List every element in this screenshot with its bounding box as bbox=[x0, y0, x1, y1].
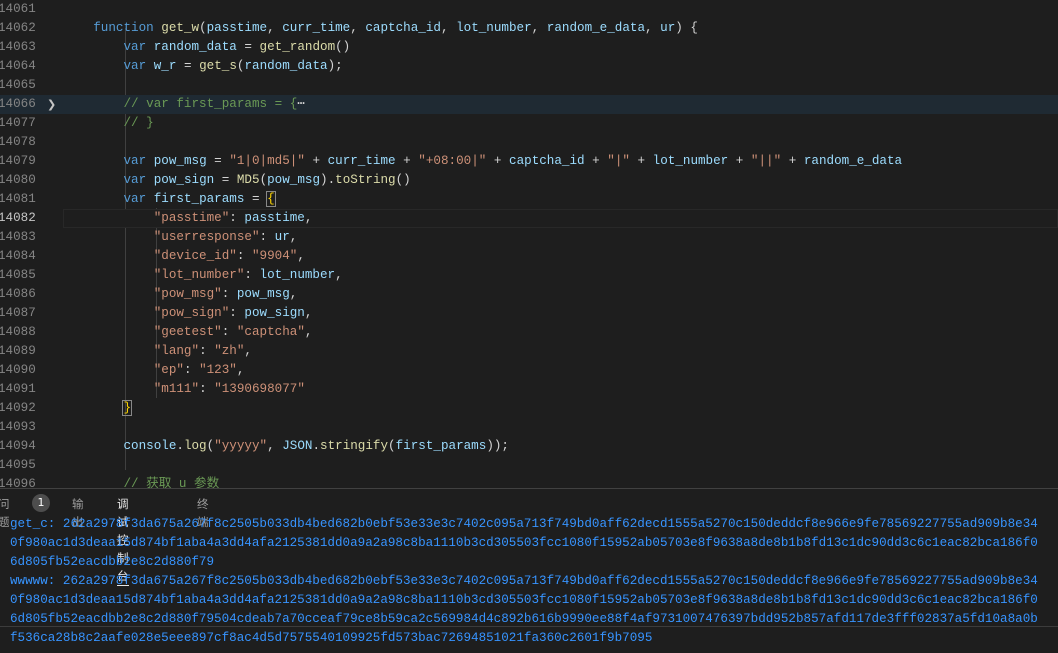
problems-count-badge: 1 bbox=[32, 494, 50, 512]
code-text: "pow_msg": pow_msg, bbox=[153, 287, 298, 301]
line-number: 14085 bbox=[0, 268, 36, 282]
code-text: "geetest": "captcha", bbox=[153, 325, 313, 339]
code-text: var random_data = get_random() bbox=[123, 40, 351, 54]
fold-chevron-icon[interactable]: ❯ bbox=[47, 95, 56, 114]
code-line: 14091 "m111": "1390698077" bbox=[0, 380, 1058, 399]
code-text: // var first_params = {⋯ bbox=[123, 97, 305, 111]
code-text: "lang": "zh", bbox=[153, 344, 252, 358]
code-line: 14084 "device_id": "9904", bbox=[0, 247, 1058, 266]
code-line: 14080 var pow_sign = MD5(pow_msg).toStri… bbox=[0, 171, 1058, 190]
code-line: 14082 "passtime": passtime, bbox=[0, 209, 1058, 228]
code-line: 14088 "geetest": "captcha", bbox=[0, 323, 1058, 342]
line-number: 14062 bbox=[0, 21, 36, 35]
code-line: 14089 "lang": "zh", bbox=[0, 342, 1058, 361]
line-number: 14064 bbox=[0, 59, 36, 73]
line-number: 14096 bbox=[0, 477, 36, 488]
code-line: 14064 var w_r = get_s(random_data); bbox=[0, 57, 1058, 76]
line-number: 14077 bbox=[0, 116, 36, 130]
line-number: 14088 bbox=[0, 325, 36, 339]
tab-problems[interactable]: 问题 bbox=[0, 495, 10, 531]
code-line: 14095 bbox=[0, 456, 1058, 475]
code-line: 14094 console.log("yyyyy", JSON.stringif… bbox=[0, 437, 1058, 456]
debug-console-output[interactable]: get_c: 262a2978f3da675a267f8c2505b033db4… bbox=[10, 515, 1058, 648]
line-number: 14061 bbox=[0, 2, 36, 16]
code-line: 14061 bbox=[0, 0, 1058, 19]
console-line: 0f980ac1d3deaa15d874bf1aba4a3dd4afa21253… bbox=[10, 536, 1038, 550]
code-line: 14090 "ep": "123", bbox=[0, 361, 1058, 380]
line-number: 14094 bbox=[0, 439, 36, 453]
line-number: 14082 bbox=[0, 211, 36, 225]
console-line: wwwww: 262a2978f3da675a267f8c2505b033db4… bbox=[10, 574, 1038, 588]
code-text: function get_w(passtime, curr_time, capt… bbox=[93, 21, 698, 35]
code-line: 14078 bbox=[0, 133, 1058, 152]
code-text: console.log("yyyyy", JSON.stringify(firs… bbox=[123, 439, 509, 453]
code-text: "userresponse": ur, bbox=[153, 230, 298, 244]
code-line: 14062 function get_w(passtime, curr_time… bbox=[0, 19, 1058, 38]
line-number: 14095 bbox=[0, 458, 36, 472]
code-text: "passtime": passtime, bbox=[153, 211, 313, 225]
line-number: 14078 bbox=[0, 135, 36, 149]
code-text: } bbox=[122, 400, 132, 416]
code-line: 14086 "pow_msg": pow_msg, bbox=[0, 285, 1058, 304]
bottom-panel: 问题 1 输出 调试控制台 终端 get_c: 262a2978f3da675a… bbox=[0, 488, 1058, 653]
line-number: 14090 bbox=[0, 363, 36, 377]
code-text: "lot_number": lot_number, bbox=[153, 268, 343, 282]
code-text: // 获取 u 参数 bbox=[123, 477, 220, 488]
code-text: var w_r = get_s(random_data); bbox=[123, 59, 343, 73]
line-number: 14092 bbox=[0, 401, 36, 415]
code-line: 14087 "pow_sign": pow_sign, bbox=[0, 304, 1058, 323]
line-number: 14066 bbox=[0, 97, 36, 111]
code-text: // } bbox=[123, 116, 154, 130]
line-number: 14079 bbox=[0, 154, 36, 168]
line-number: 14081 bbox=[0, 192, 36, 206]
code-line: 14081 var first_params = { bbox=[0, 190, 1058, 209]
code-line: 14077 // } bbox=[0, 114, 1058, 133]
code-text: var first_params = { bbox=[123, 191, 276, 207]
divider bbox=[0, 626, 1058, 627]
line-number: 14080 bbox=[0, 173, 36, 187]
code-line: 14083 "userresponse": ur, bbox=[0, 228, 1058, 247]
code-text: var pow_msg = "1|0|md5|" + curr_time + "… bbox=[123, 154, 903, 168]
line-number: 14065 bbox=[0, 78, 36, 92]
line-number: 14087 bbox=[0, 306, 36, 320]
code-text: var pow_sign = MD5(pow_msg).toString() bbox=[123, 173, 411, 187]
console-line: 6d805fb52eacdbb2e8c2d880f79 bbox=[10, 555, 215, 569]
line-number: 14063 bbox=[0, 40, 36, 54]
code-text: "ep": "123", bbox=[153, 363, 245, 377]
console-line: get_c: 262a2978f3da675a267f8c2505b033db4… bbox=[10, 517, 1038, 531]
code-line: 14096 // 获取 u 参数 bbox=[0, 475, 1058, 488]
code-text: "pow_sign": pow_sign, bbox=[153, 306, 313, 320]
line-number: 14086 bbox=[0, 287, 36, 301]
line-number: 14093 bbox=[0, 420, 36, 434]
line-number: 14084 bbox=[0, 249, 36, 263]
line-number: 14083 bbox=[0, 230, 36, 244]
line-number: 14091 bbox=[0, 382, 36, 396]
code-editor[interactable]: 14061 14062 function get_w(passtime, curr… bbox=[0, 0, 1058, 488]
code-line: 14093 bbox=[0, 418, 1058, 437]
code-line: 14063 var random_data = get_random() bbox=[0, 38, 1058, 57]
code-line: 14079 var pow_msg = "1|0|md5|" + curr_ti… bbox=[0, 152, 1058, 171]
line-number: 14089 bbox=[0, 344, 36, 358]
code-text: "device_id": "9904", bbox=[153, 249, 305, 263]
console-line: f536ca28b8c2aafe028e5eee897cf8ac4d5d7575… bbox=[10, 631, 653, 645]
code-line: 14092 } bbox=[0, 399, 1058, 418]
code-line: 14066 ❯ // var first_params = {⋯ bbox=[0, 95, 1058, 114]
code-line: 14065 bbox=[0, 76, 1058, 95]
code-text: "m111": "1390698077" bbox=[153, 382, 305, 396]
code-line: 14085 "lot_number": lot_number, bbox=[0, 266, 1058, 285]
console-line: 0f980ac1d3deaa15d874bf1aba4a3dd4afa21253… bbox=[10, 593, 1038, 607]
